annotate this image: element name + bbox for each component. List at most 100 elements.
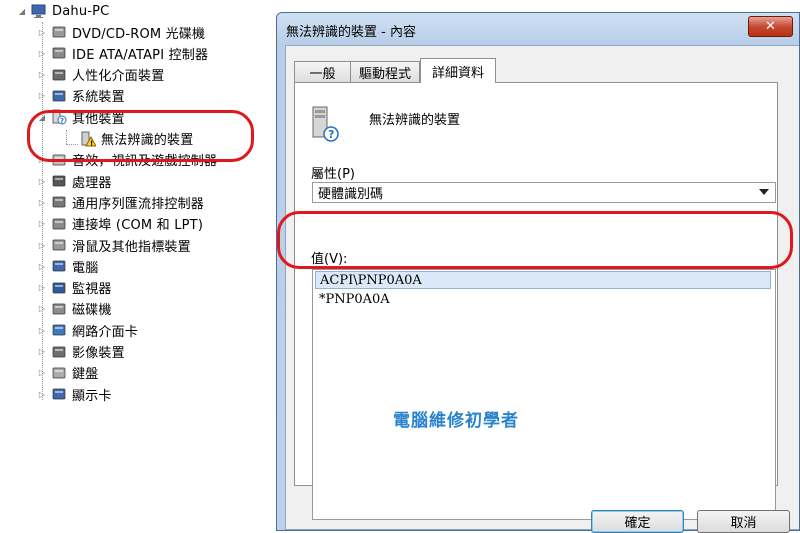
expand-triangle-icon[interactable]: ▷ bbox=[37, 368, 47, 378]
expand-triangle-icon[interactable]: ▷ bbox=[37, 155, 47, 165]
audio-icon bbox=[51, 152, 67, 168]
property-dropdown[interactable]: 硬體識別碼 bbox=[312, 182, 776, 203]
tree-item[interactable]: ▷ 處理器 bbox=[37, 171, 112, 191]
tree-item[interactable]: ▷ IDE ATA/ATAPI 控制器 bbox=[37, 43, 208, 63]
tree-item[interactable]: ▷ 網路介面卡 bbox=[37, 320, 138, 340]
tab-label: 詳細資料 bbox=[431, 65, 484, 81]
disk-drive-icon bbox=[51, 301, 67, 317]
tab-details[interactable]: 詳細資料 bbox=[420, 58, 496, 83]
value-list-item[interactable]: *PNP0A0A bbox=[315, 290, 771, 308]
value-label: 值(V): bbox=[311, 252, 348, 267]
tree-item[interactable]: ▷ 人性化介面裝置 bbox=[37, 65, 164, 85]
device-name: 無法辨識的裝置 bbox=[369, 113, 461, 128]
expand-triangle-icon[interactable]: ▷ bbox=[37, 197, 47, 207]
expand-triangle-icon[interactable]: ▷ bbox=[37, 240, 47, 250]
tree-item[interactable]: ▷ DVD/CD-ROM 光碟機 bbox=[37, 22, 205, 42]
tree-item[interactable]: ▷ 電腦 bbox=[37, 256, 98, 276]
tree-item-label: 磁碟機 bbox=[72, 303, 112, 319]
tree-item[interactable]: ▷ 滑鼠及其他指標裝置 bbox=[37, 235, 191, 255]
ok-label: 確定 bbox=[624, 516, 651, 531]
dropdown-arrow-icon[interactable] bbox=[759, 189, 769, 195]
tree-item-label: 人性化介面裝置 bbox=[72, 69, 165, 85]
device-manager-tree: ◢ Dahu-PC ▷ DVD/CD-ROM 光碟機 ▷ IDE ATA/ATAPI … bbox=[0, 0, 272, 531]
expand-triangle-icon[interactable]: ▷ bbox=[37, 219, 47, 229]
tree-item-label: DVD/CD-ROM 光碟機 bbox=[72, 26, 206, 42]
tree-connector-line bbox=[66, 144, 78, 145]
expand-triangle-icon[interactable]: ▷ bbox=[37, 70, 47, 80]
unknown-device-icon: ? bbox=[311, 105, 339, 142]
computer-icon bbox=[51, 258, 67, 274]
tree-item-label: 連接埠 (COM 和 LPT) bbox=[72, 218, 204, 234]
expand-triangle-icon[interactable]: ▷ bbox=[37, 48, 47, 58]
expand-triangle-icon[interactable]: ▷ bbox=[37, 347, 47, 357]
cancel-button[interactable]: 取消 bbox=[697, 510, 790, 533]
dialog-title: 無法辨識的裝置 - 內容 bbox=[286, 25, 416, 40]
unknown-device-warning-icon: ! bbox=[80, 131, 97, 147]
dialog-client-area: 一般 驅動程式 詳細資料 ? 無法辨識的裝置 屬性(P) 硬體識別碼 值(V):… bbox=[285, 45, 799, 533]
keyboard-icon bbox=[51, 365, 67, 381]
expand-triangle-icon[interactable]: ▷ bbox=[37, 283, 47, 293]
tree-item-label: 無法辨識的裝置 bbox=[101, 133, 194, 148]
ok-button[interactable]: 確定 bbox=[591, 510, 684, 533]
expand-triangle-icon[interactable]: ▷ bbox=[37, 325, 47, 335]
value-listbox[interactable]: ACPI\PNP0A0A *PNP0A0A 電腦維修初學者 bbox=[312, 269, 776, 520]
usb-icon bbox=[51, 194, 67, 210]
tab-driver[interactable]: 驅動程式 bbox=[350, 61, 420, 82]
tree-item[interactable]: ▷ 鍵盤 bbox=[37, 363, 98, 383]
hid-icon bbox=[51, 67, 67, 83]
expand-triangle-icon[interactable]: ▷ bbox=[37, 389, 47, 399]
cancel-label: 取消 bbox=[730, 516, 757, 531]
processor-icon bbox=[51, 173, 67, 189]
display-adapter-icon bbox=[51, 386, 67, 402]
value-list-item[interactable]: ACPI\PNP0A0A bbox=[315, 271, 771, 289]
monitor-icon bbox=[51, 280, 67, 296]
mouse-icon bbox=[51, 237, 67, 253]
value-text: ACPI\PNP0A0A bbox=[320, 272, 422, 288]
details-tab-panel: ? 無法辨識的裝置 屬性(P) 硬體識別碼 值(V): ACPI\PNP0A0A… bbox=[294, 82, 778, 520]
tree-item-label: 其他裝置 bbox=[72, 111, 125, 127]
tree-item[interactable]: ▷ 磁碟機 bbox=[37, 299, 112, 319]
tree-connector-line bbox=[66, 130, 67, 144]
tree-item-label: 通用序列匯流排控制器 bbox=[72, 196, 205, 212]
imaging-device-icon bbox=[51, 344, 67, 360]
collapse-triangle-icon[interactable]: ◢ bbox=[17, 6, 27, 16]
expand-triangle-icon[interactable]: ▷ bbox=[37, 261, 47, 271]
tree-item-label: 滑鼠及其他指標裝置 bbox=[72, 239, 191, 255]
tree-item-label: 音效，視訊及遊戲控制器 bbox=[72, 154, 218, 170]
property-selected-value: 硬體識別碼 bbox=[318, 187, 384, 202]
tree-item[interactable]: ◢? 其他裝置 bbox=[37, 107, 125, 127]
tree-item-label: 影像裝置 bbox=[72, 346, 125, 361]
close-icon: ✕ bbox=[765, 19, 776, 34]
tree-item[interactable]: ▷ 連接埠 (COM 和 LPT) bbox=[37, 214, 203, 234]
svg-text:?: ? bbox=[60, 117, 64, 125]
watermark-text: 電腦維修初學者 bbox=[393, 411, 519, 431]
collapse-triangle-icon[interactable]: ◢ bbox=[37, 112, 47, 122]
expand-triangle-icon[interactable]: ▷ bbox=[37, 27, 47, 37]
tree-item[interactable]: ▷ 系統裝置 bbox=[37, 86, 125, 106]
tree-root-label: Dahu-PC bbox=[52, 3, 110, 19]
tree-item-label: 系統裝置 bbox=[72, 90, 125, 106]
tab-general[interactable]: 一般 bbox=[294, 61, 351, 82]
computer-icon bbox=[31, 3, 47, 19]
tab-label: 一般 bbox=[309, 66, 336, 82]
tree-item-label: 電腦 bbox=[72, 260, 99, 276]
other-devices-icon: ? bbox=[51, 109, 67, 125]
tree-item[interactable]: ▷ 影像裝置 bbox=[37, 342, 125, 362]
properties-dialog: 無法辨識的裝置 - 內容 ✕ 一般 驅動程式 詳細資料 ? 無法辨識的裝置 屬性… bbox=[276, 12, 800, 533]
tab-label: 驅動程式 bbox=[358, 66, 411, 82]
dvd-drive-icon bbox=[51, 24, 67, 40]
tree-item[interactable]: ▷ 音效，視訊及遊戲控制器 bbox=[37, 150, 217, 170]
tree-root-node[interactable]: ◢ Dahu-PC bbox=[17, 1, 109, 21]
expand-triangle-icon[interactable]: ▷ bbox=[37, 304, 47, 314]
tree-item-label: 網路介面卡 bbox=[72, 324, 139, 340]
expand-triangle-icon[interactable]: ▷ bbox=[37, 176, 47, 186]
close-button[interactable]: ✕ bbox=[748, 16, 793, 37]
svg-text:!: ! bbox=[90, 139, 93, 147]
property-label: 屬性(P) bbox=[311, 167, 355, 182]
tree-item[interactable]: ▷ 監視器 bbox=[37, 278, 112, 298]
tree-item[interactable]: ▷ 通用序列匯流排控制器 bbox=[37, 192, 204, 212]
network-adapter-icon bbox=[51, 322, 67, 338]
expand-triangle-icon[interactable]: ▷ bbox=[37, 91, 47, 101]
tree-item[interactable]: ▷ 顯示卡 bbox=[37, 384, 112, 404]
tree-item[interactable]: ! 無法辨識的裝置 bbox=[80, 129, 193, 149]
